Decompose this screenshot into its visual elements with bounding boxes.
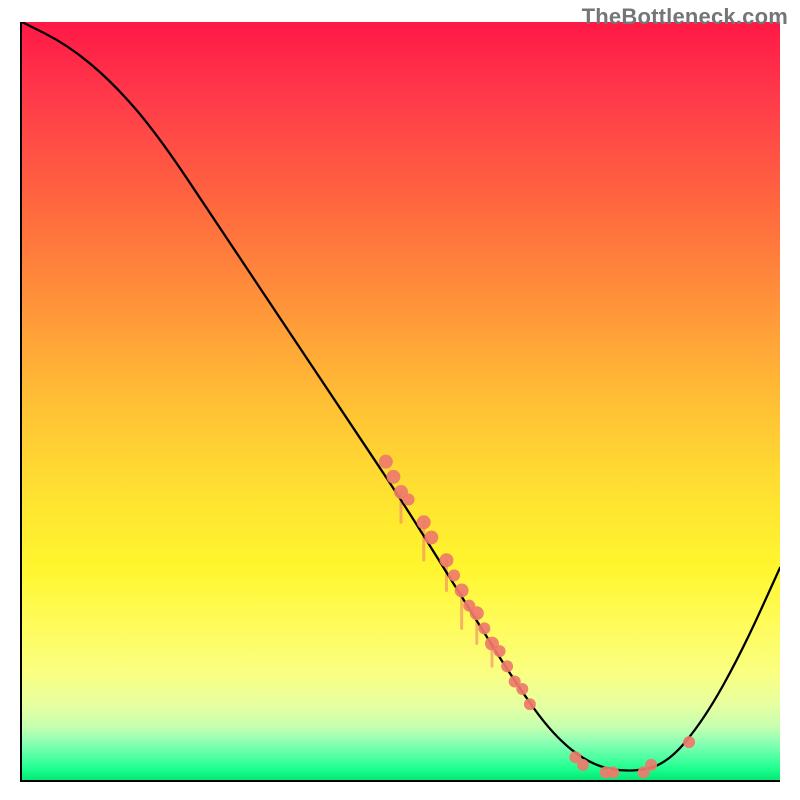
- data-point: [478, 622, 490, 634]
- plot-area: [20, 22, 780, 782]
- data-point: [577, 759, 589, 771]
- data-point: [501, 660, 513, 672]
- chart-frame: TheBottleneck.com: [0, 0, 800, 800]
- data-point: [516, 683, 528, 695]
- data-point: [403, 494, 415, 506]
- data-point: [524, 698, 536, 710]
- data-point: [607, 766, 619, 778]
- data-point: [448, 569, 460, 581]
- data-point: [455, 584, 469, 598]
- data-point: [494, 645, 506, 657]
- scatter-group: [379, 455, 695, 779]
- watermark-text: TheBottleneck.com: [582, 4, 788, 30]
- data-point: [379, 455, 393, 469]
- data-point: [683, 736, 695, 748]
- bottleneck-curve: [22, 22, 780, 771]
- data-point: [417, 515, 431, 529]
- chart-svg: [22, 22, 780, 780]
- data-point: [386, 470, 400, 484]
- drips-group: [401, 492, 492, 666]
- data-point: [424, 530, 438, 544]
- data-point: [439, 553, 453, 567]
- data-point: [645, 759, 657, 771]
- data-point: [470, 606, 484, 620]
